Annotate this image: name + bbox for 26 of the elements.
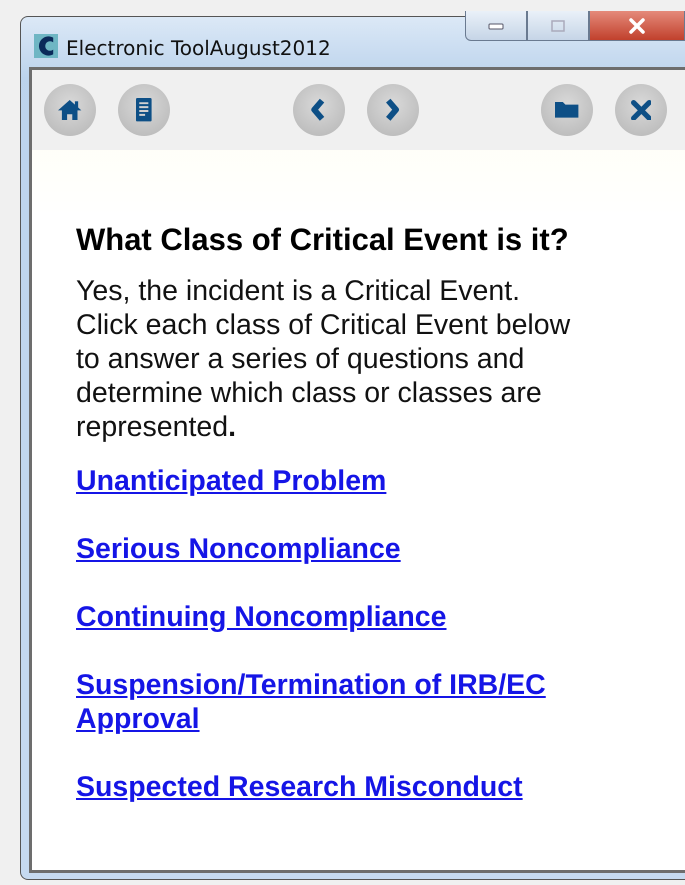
- class-link[interactable]: Suspected Research Misconduct: [76, 770, 523, 804]
- close-button[interactable]: [589, 11, 685, 41]
- home-button[interactable]: [44, 84, 96, 136]
- instructions-text: Yes, the incident is a Critical Event. Click each class of Critical Event below to answer a series of questions and determine which class or classes are represented.: [76, 274, 572, 444]
- window-title: Electronic ToolAugust2012: [66, 36, 331, 60]
- class-link[interactable]: Unanticipated Problem: [76, 464, 386, 498]
- back-button[interactable]: [292, 84, 344, 136]
- close-icon: [630, 100, 652, 120]
- folder-icon: [555, 102, 579, 118]
- maximize-button[interactable]: [527, 11, 589, 41]
- app-icon: [34, 34, 58, 58]
- maximize-icon: [551, 20, 565, 32]
- minimize-icon: [488, 22, 504, 30]
- back-icon: [311, 98, 326, 122]
- close-button[interactable]: [615, 84, 667, 136]
- forward-icon: [385, 98, 400, 122]
- folder-button[interactable]: [541, 84, 593, 136]
- minimize-button[interactable]: [465, 11, 527, 41]
- home-icon: [58, 100, 82, 120]
- class-link[interactable]: Suspension/Termination of IRB/EC Approval: [76, 668, 596, 736]
- class-link[interactable]: Continuing Noncompliance: [76, 600, 446, 634]
- close-icon: [627, 18, 647, 34]
- list-button[interactable]: [118, 84, 170, 136]
- page-heading: What Class of Critical Event is it?: [76, 222, 570, 258]
- class-link[interactable]: Serious Noncompliance: [76, 532, 401, 566]
- document-icon: [136, 98, 152, 122]
